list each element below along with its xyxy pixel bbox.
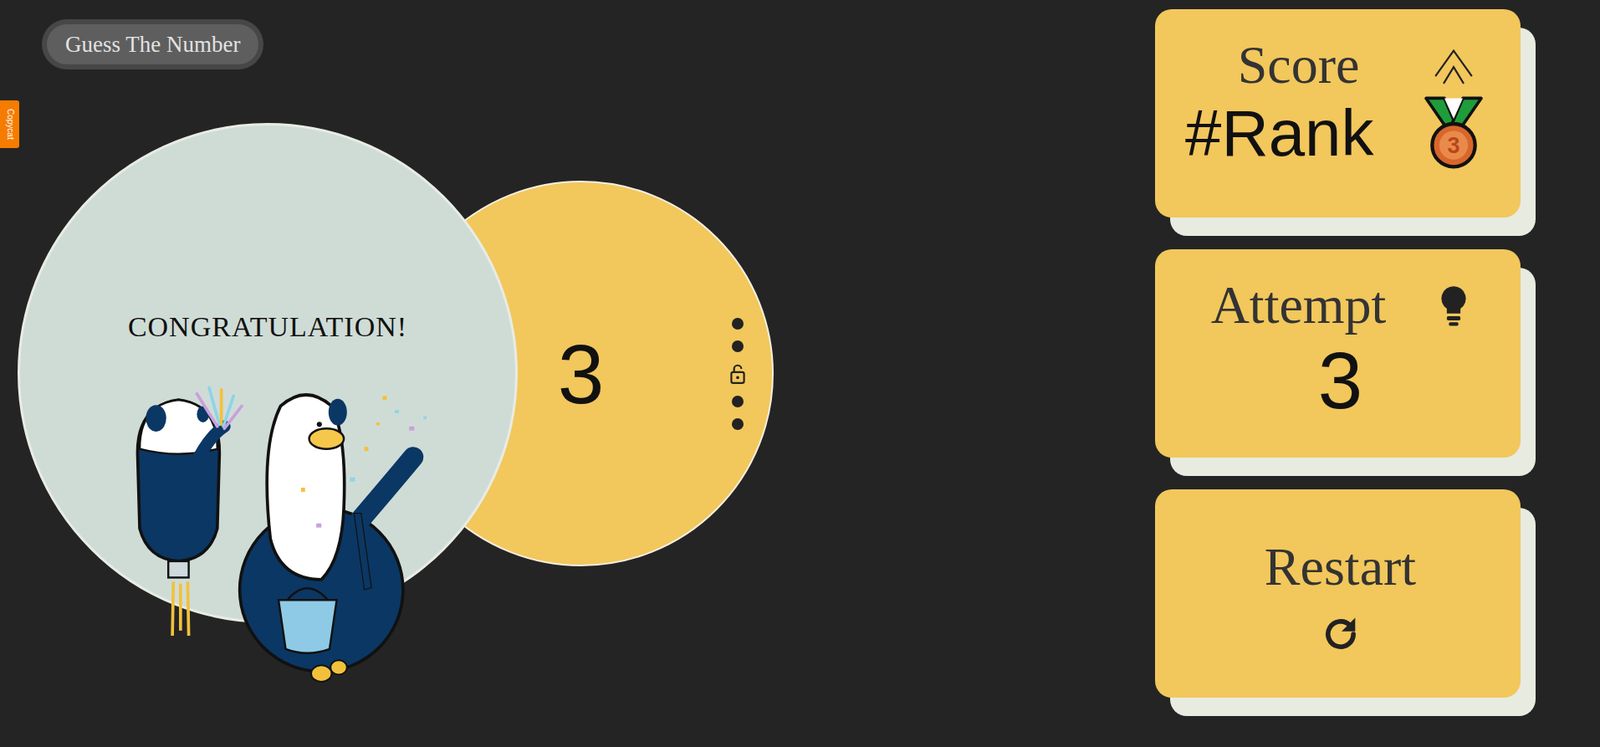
attempt-card: Attempt3 xyxy=(1155,249,1521,458)
secret-number: 3 xyxy=(557,332,605,416)
result-canvas: CONGRATULATION! 3 xyxy=(0,69,803,706)
medal-number: 3 xyxy=(1447,133,1461,159)
restart-card[interactable]: Restart xyxy=(1155,489,1521,698)
lock-icon[interactable] xyxy=(728,362,747,385)
celebration-illustration xyxy=(127,385,440,687)
game-page: Guess The NumberCONGRATULATION!3Score#Ra… xyxy=(0,0,1600,706)
attempt-label: Attempt xyxy=(1185,274,1412,337)
copycat-label[interactable]: Copycat xyxy=(5,108,15,140)
dial-dot xyxy=(731,418,744,430)
copycat-tab[interactable]: Copycat xyxy=(0,100,20,149)
app-title: Guess The Number xyxy=(46,24,259,65)
restart-label[interactable]: Restart xyxy=(1264,536,1416,599)
game-area: Guess The Number CONGRATULATION! 3 xyxy=(0,0,803,706)
attempt-count: 3 xyxy=(1185,336,1496,425)
score-label: Score xyxy=(1185,34,1412,97)
score-card: Score#Rank 3 xyxy=(1155,9,1521,218)
dial-dot xyxy=(731,340,744,353)
title-pill: Guess The Number xyxy=(41,19,264,70)
side-panel: Score#Rank3Attempt3Restart xyxy=(1155,0,1521,706)
dial-dots xyxy=(728,317,747,430)
bronze-medal-icon: 3 xyxy=(1411,96,1496,170)
chevron-up-icon[interactable] xyxy=(1411,45,1496,86)
rank-value: #Rank xyxy=(1185,96,1412,172)
dial-dot xyxy=(731,395,744,408)
congrats-message: CONGRATULATION! xyxy=(127,305,408,348)
dial-dot xyxy=(731,317,744,330)
lightbulb-icon[interactable] xyxy=(1411,283,1496,328)
refresh-icon[interactable] xyxy=(1318,612,1363,656)
